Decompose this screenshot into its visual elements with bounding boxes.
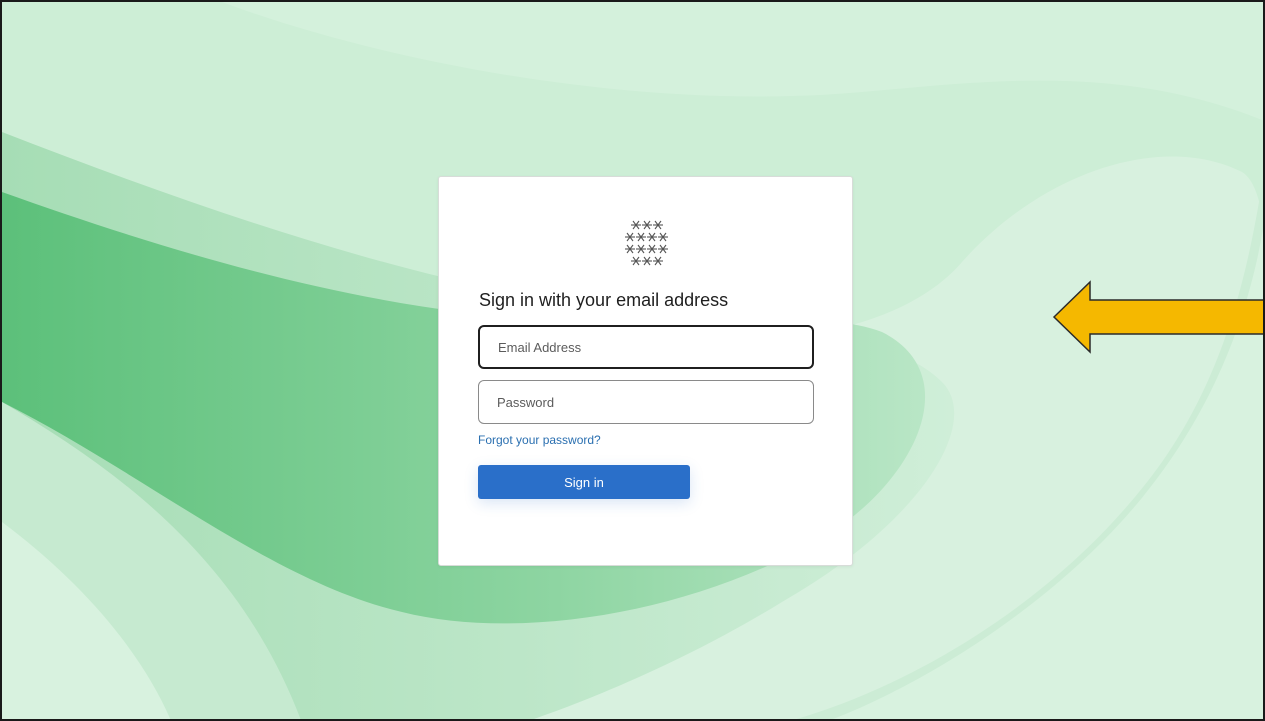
left-arrow-icon [1052, 280, 1263, 354]
sign-in-button[interactable]: Sign in [478, 465, 690, 499]
sign-in-heading: Sign in with your email address [479, 290, 729, 310]
snowflake-cluster-icon [625, 220, 668, 266]
password-field[interactable] [478, 380, 814, 424]
login-page: Sign in with your email address Forgot y… [0, 0, 1265, 721]
forgot-password-link[interactable]: Forgot your password? [478, 433, 601, 447]
email-field[interactable] [478, 325, 814, 369]
sign-in-card: Sign in with your email address Forgot y… [438, 176, 853, 566]
